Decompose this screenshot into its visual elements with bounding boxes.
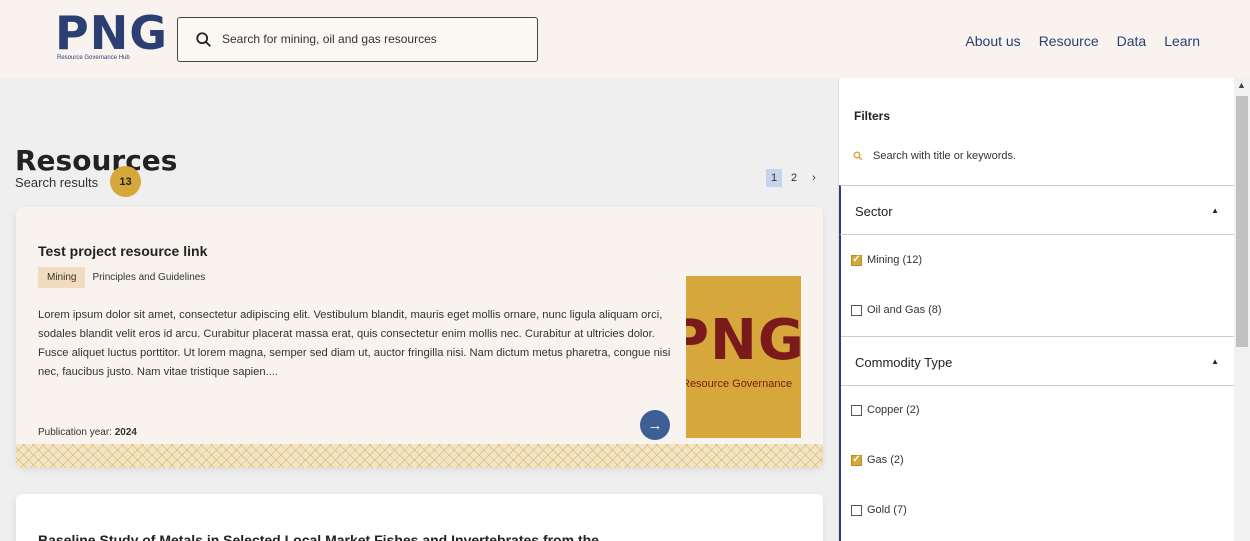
- filter-option-copper[interactable]: Copper (2): [851, 404, 920, 416]
- checkbox-unchecked[interactable]: [851, 404, 862, 416]
- sector-label: Sector: [855, 204, 893, 219]
- page-2-button[interactable]: 2: [786, 169, 802, 187]
- type-tag: Principles and Guidelines: [92, 272, 206, 283]
- card-title[interactable]: Baseline Study of Metals in Selected Loc…: [38, 532, 599, 541]
- filter-search-input[interactable]: Search with title or keywords.: [853, 150, 1016, 162]
- publication-label: Publication year:: [38, 427, 112, 438]
- main-nav: About us Resource Data Learn: [965, 33, 1200, 49]
- results-label: Search results: [15, 175, 99, 190]
- option-label: Oil and Gas (8): [867, 304, 942, 316]
- filter-option-mining[interactable]: ✓ Mining (12): [851, 254, 922, 266]
- logo-text: PNG: [55, 6, 168, 60]
- search-placeholder: Search for mining, oil and gas resources: [222, 32, 437, 46]
- nav-data[interactable]: Data: [1117, 33, 1147, 49]
- card-thumbnail: PNG Resource Governance: [686, 276, 801, 438]
- filters-sidebar: Filters Search with title or keywords. S…: [838, 78, 1235, 541]
- results-count-badge: 13: [110, 166, 141, 197]
- thumbnail-subtitle: Resource Governance: [686, 378, 793, 390]
- main-content: Resources Search results 13 1 2 › Test p…: [0, 78, 838, 541]
- sidebar-accent-line: [839, 235, 841, 541]
- checkbox-unchecked[interactable]: [851, 504, 862, 516]
- publication-year: Publication year: 2024: [38, 427, 137, 438]
- option-label: Copper (2): [867, 404, 920, 416]
- resource-card[interactable]: Baseline Study of Metals in Selected Loc…: [16, 494, 823, 541]
- checkbox-unchecked[interactable]: [851, 304, 862, 316]
- arrow-right-icon: →: [647, 416, 663, 434]
- page-title: Resources: [15, 144, 178, 177]
- card-description: Lorem ipsum dolor sit amet, consectetur …: [38, 309, 671, 378]
- sector-tag: Mining: [38, 267, 86, 288]
- nav-about-us[interactable]: About us: [965, 33, 1020, 49]
- checkbox-checked[interactable]: ✓: [851, 254, 862, 266]
- option-label: Mining (12): [867, 254, 923, 266]
- option-label: Gold (7): [867, 504, 907, 516]
- sidebar-scrollbar[interactable]: ▲: [1234, 78, 1250, 541]
- filters-title: Filters: [854, 109, 891, 123]
- card-tags: Mining Principles and Guidelines: [38, 267, 212, 288]
- card-pattern-band: [16, 444, 823, 468]
- filter-option-oil-and-gas[interactable]: Oil and Gas (8): [851, 304, 942, 316]
- filter-search-placeholder: Search with title or keywords.: [873, 150, 1017, 162]
- commodity-label: Commodity Type: [855, 355, 953, 370]
- logo[interactable]: PNG Resource Governance Hub: [55, 6, 168, 64]
- caret-up-icon: ▲: [1211, 206, 1219, 215]
- sector-section-header[interactable]: Sector ▲: [839, 185, 1235, 235]
- search-icon: [853, 151, 863, 161]
- next-page-button[interactable]: ›: [806, 169, 822, 187]
- search-input[interactable]: Search for mining, oil and gas resources: [177, 17, 538, 62]
- caret-up-icon: ▲: [1211, 357, 1219, 366]
- option-label: Gas (2): [867, 454, 904, 466]
- page-1-button[interactable]: 1: [766, 169, 782, 187]
- scrollbar-thumb[interactable]: [1236, 96, 1248, 347]
- header: PNG Resource Governance Hub Search for m…: [0, 0, 1250, 78]
- search-icon: [196, 32, 211, 47]
- card-title[interactable]: Test project resource link: [38, 243, 207, 259]
- nav-learn[interactable]: Learn: [1164, 33, 1200, 49]
- checkbox-checked[interactable]: ✓: [851, 454, 862, 466]
- open-resource-button[interactable]: →: [640, 410, 670, 440]
- nav-resource[interactable]: Resource: [1039, 33, 1099, 49]
- commodity-section-header[interactable]: Commodity Type ▲: [839, 336, 1235, 386]
- resource-card[interactable]: Test project resource link Mining Princi…: [16, 207, 823, 468]
- pagination: 1 2 ›: [766, 169, 822, 187]
- filter-option-gas[interactable]: ✓ Gas (2): [851, 454, 904, 466]
- publication-year-value: 2024: [114, 427, 137, 438]
- scroll-up-icon[interactable]: ▲: [1237, 80, 1246, 90]
- thumbnail-logo-text: PNG: [686, 308, 801, 373]
- filter-option-gold[interactable]: Gold (7): [851, 504, 907, 516]
